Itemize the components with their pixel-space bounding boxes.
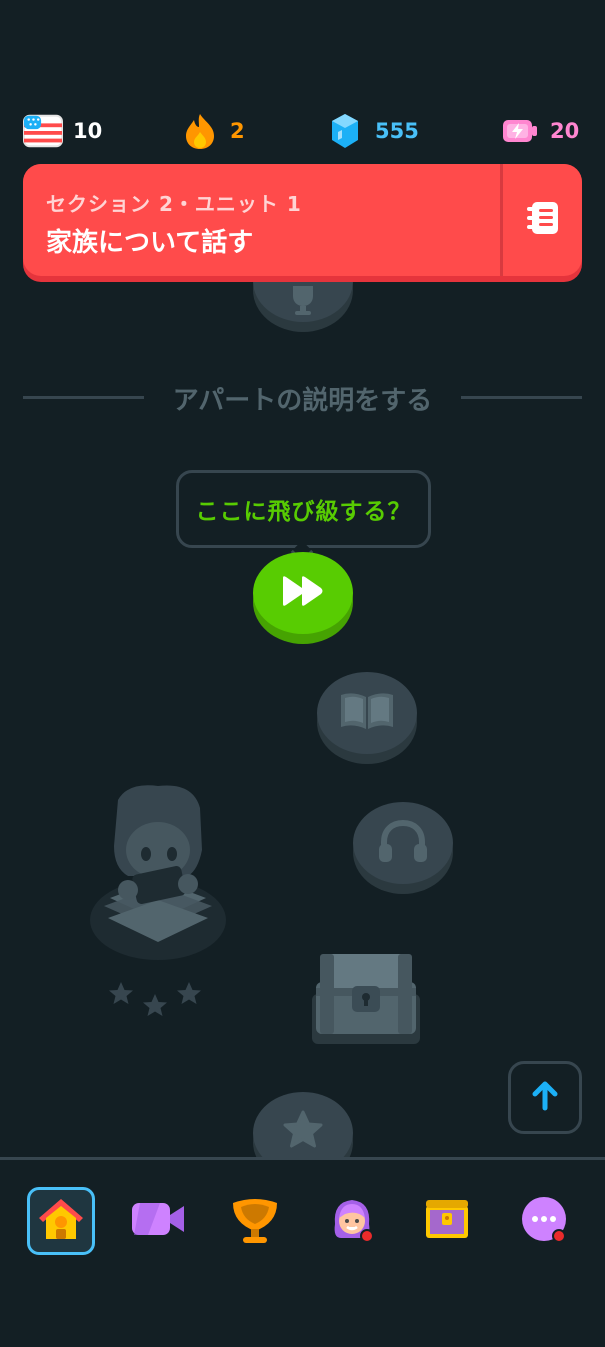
trophy-icon — [283, 282, 323, 320]
fast-forward-icon — [279, 574, 327, 612]
treasure-chest-tab-icon — [424, 1198, 470, 1244]
language-level: 10 — [73, 119, 103, 143]
arrow-up-icon — [532, 1081, 558, 1115]
streak-count: 2 — [230, 119, 245, 143]
treasure-chest-icon — [308, 954, 424, 1052]
home-icon — [36, 1196, 86, 1246]
tab-video-call[interactable] — [124, 1187, 192, 1255]
unit-subtitle: セクション 2・ユニット 1 — [46, 192, 302, 216]
unit-title: 家族について話す — [46, 228, 254, 258]
gems-count: 555 — [375, 119, 419, 143]
profile-notification-badge — [360, 1229, 374, 1243]
scroll-up-button[interactable] — [508, 1061, 582, 1134]
headphones-icon — [376, 818, 430, 868]
stats-bar: 10 2 555 20 — [0, 110, 605, 152]
tab-profile[interactable] — [318, 1187, 386, 1255]
tab-more[interactable] — [510, 1187, 578, 1255]
path-node-jump[interactable] — [253, 552, 353, 644]
unit-banner[interactable]: セクション 2・ユニット 1 家族について話す — [23, 164, 582, 282]
star-icon — [281, 1110, 325, 1156]
tab-learn[interactable] — [27, 1187, 95, 1255]
bottom-tab-bar — [0, 1157, 605, 1347]
streak-stat[interactable]: 2 — [180, 110, 245, 152]
gems-stat[interactable]: 555 — [325, 110, 419, 152]
league-trophy-icon — [229, 1193, 281, 1249]
flame-icon — [180, 112, 220, 150]
tab-leaderboard[interactable] — [221, 1187, 289, 1255]
section-divider: アパートの説明をする — [23, 380, 582, 416]
divider-line-right — [461, 396, 582, 399]
jump-here-text: ここに飛び級する？ — [195, 499, 412, 525]
character-reading-illustration[interactable] — [88, 780, 228, 960]
character-stars — [105, 980, 205, 1022]
gem-icon — [325, 112, 365, 150]
tab-shop[interactable] — [413, 1187, 481, 1255]
path-node-chest[interactable] — [308, 948, 424, 1048]
energy-count: 20 — [550, 119, 580, 143]
video-camera-icon — [130, 1201, 186, 1241]
character-reading-icon — [88, 785, 228, 964]
notebook-icon — [524, 199, 562, 241]
us-flag-icon — [23, 112, 63, 150]
path-node-star[interactable] — [253, 1092, 353, 1157]
path-node-headphones[interactable] — [353, 802, 453, 894]
more-notification-badge — [552, 1229, 566, 1243]
language-stat[interactable]: 10 — [23, 110, 102, 152]
energy-stat[interactable]: 20 — [500, 110, 579, 152]
guidebook-button[interactable] — [503, 164, 582, 276]
jump-here-tooltip[interactable]: ここに飛び級する？ — [176, 470, 431, 548]
book-icon — [337, 689, 397, 737]
battery-bolt-icon — [500, 112, 540, 150]
path-node-book[interactable] — [317, 672, 417, 764]
star-icon — [105, 982, 205, 1026]
